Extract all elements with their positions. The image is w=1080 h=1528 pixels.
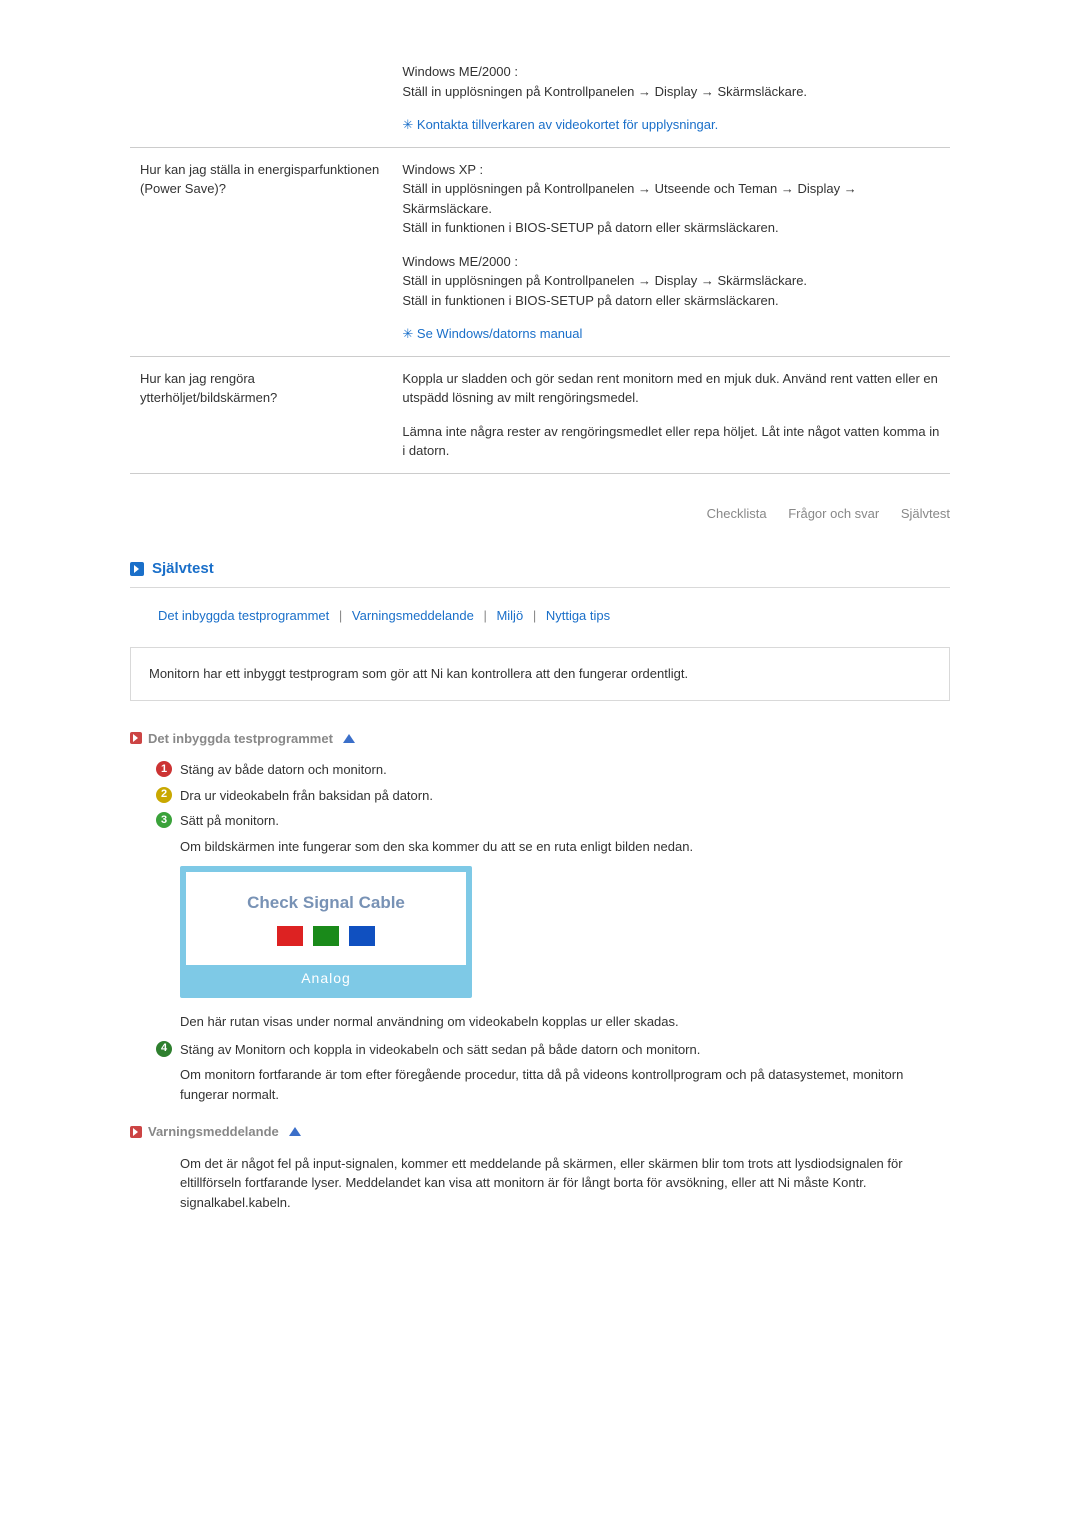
table-row: Hur kan jag ställa in energisparfunktion…: [130, 147, 950, 356]
step-1: 1 Stäng av både datorn och monitorn.: [156, 760, 950, 780]
answer-block: Lämna inte några rester av rengöringsmed…: [402, 422, 940, 461]
subheading-label: Varningsmeddelande: [148, 1122, 279, 1142]
subheading-warning: Varningsmeddelande: [130, 1122, 950, 1142]
ilink-warning[interactable]: Varningsmeddelande: [352, 608, 474, 623]
step-text: Stäng av Monitorn och koppla in videokab…: [180, 1042, 700, 1057]
bullet-icon: [130, 732, 142, 744]
answer-block: Windows ME/2000 : Ställ in upplösningen …: [402, 62, 940, 101]
figure-title: Check Signal Cable: [196, 890, 456, 916]
ilink-tips[interactable]: Nyttiga tips: [546, 608, 610, 623]
check-signal-cable-figure: Check Signal Cable Analog: [180, 866, 472, 998]
separator: |: [339, 608, 342, 623]
step-text: Sätt på monitorn.: [180, 813, 279, 828]
step-list-continued: 4 Stäng av Monitorn och koppla in videok…: [130, 1040, 950, 1105]
step-text: Dra ur videokabeln från baksidan på dato…: [180, 786, 950, 806]
step-number-icon: 2: [156, 787, 172, 803]
green-square-icon: [313, 926, 339, 946]
faq-question-cell: Hur kan jag rengöra ytterhöljet/bildskär…: [130, 356, 392, 473]
jump-nav: Checklista Frågor och svar Självtest: [130, 504, 950, 524]
scroll-top-icon[interactable]: [289, 1127, 301, 1136]
answer-block: Koppla ur sladden och gör sedan rent mon…: [402, 369, 940, 408]
step-text: Om bildskärmen inte fungerar som den ska…: [180, 837, 950, 857]
faq-answer-cell: Windows ME/2000 : Ställ in upplösningen …: [392, 50, 950, 147]
faq-table: Windows ME/2000 : Ställ in upplösningen …: [130, 50, 950, 474]
separator: |: [483, 608, 486, 623]
table-row: Windows ME/2000 : Ställ in upplösningen …: [130, 50, 950, 147]
ilink-environment[interactable]: Miljö: [496, 608, 523, 623]
step-list: 1 Stäng av både datorn och monitorn. 2 D…: [130, 760, 950, 856]
subheading-label: Det inbyggda testprogrammet: [148, 729, 333, 749]
jump-link-selftest[interactable]: Självtest: [901, 506, 950, 521]
scroll-top-icon[interactable]: [343, 734, 355, 743]
answer-block: Windows ME/2000 : Ställ in upplösningen …: [402, 252, 940, 311]
step-4: 4 Stäng av Monitorn och koppla in videok…: [156, 1040, 950, 1105]
figure-caption: Den här rutan visas under normal användn…: [130, 1012, 950, 1032]
separator: |: [533, 608, 536, 623]
section-heading-selftest: Självtest: [130, 558, 950, 581]
table-row: Hur kan jag rengöra ytterhöljet/bildskär…: [130, 356, 950, 473]
step-text: Stäng av både datorn och monitorn.: [180, 760, 950, 780]
answer-block: Windows XP : Ställ in upplösningen på Ko…: [402, 160, 940, 238]
faq-answer-cell: Windows XP : Ställ in upplösningen på Ko…: [392, 147, 950, 356]
step-number-icon: 4: [156, 1041, 172, 1057]
info-box: Monitorn har ett inbyggt testprogram som…: [130, 647, 950, 701]
red-square-icon: [277, 926, 303, 946]
note-link[interactable]: Se Windows/datorns manual: [402, 324, 940, 344]
document-page: Windows ME/2000 : Ställ in upplösningen …: [130, 0, 950, 1420]
subheading-testprogram: Det inbyggda testprogrammet: [130, 729, 950, 749]
section-title: Självtest: [152, 558, 214, 581]
faq-answer-cell: Koppla ur sladden och gör sedan rent mon…: [392, 356, 950, 473]
arrow-icon: [130, 562, 144, 576]
figure-footer: Analog: [186, 965, 466, 992]
note-link[interactable]: Kontakta tillverkaren av videokortet för…: [402, 115, 940, 135]
divider: [130, 587, 950, 588]
blue-square-icon: [349, 926, 375, 946]
step-number-icon: 1: [156, 761, 172, 777]
bullet-icon: [130, 1126, 142, 1138]
jump-link-checklist[interactable]: Checklista: [707, 506, 767, 521]
ilink-testprogram[interactable]: Det inbyggda testprogrammet: [158, 608, 329, 623]
faq-question-cell: Hur kan jag ställa in energisparfunktion…: [130, 147, 392, 356]
step-text: Om monitorn fortfarande är tom efter för…: [180, 1065, 950, 1104]
step-2: 2 Dra ur videokabeln från baksidan på da…: [156, 786, 950, 806]
jump-link-faq[interactable]: Frågor och svar: [788, 506, 879, 521]
internal-links: Det inbyggda testprogrammet | Varningsme…: [130, 606, 950, 626]
warning-text: Om det är något fel på input-signalen, k…: [130, 1154, 950, 1213]
step-number-icon: 3: [156, 812, 172, 828]
step-3: 3 Sätt på monitorn. Om bildskärmen inte …: [156, 811, 950, 856]
faq-question-cell: [130, 50, 392, 147]
